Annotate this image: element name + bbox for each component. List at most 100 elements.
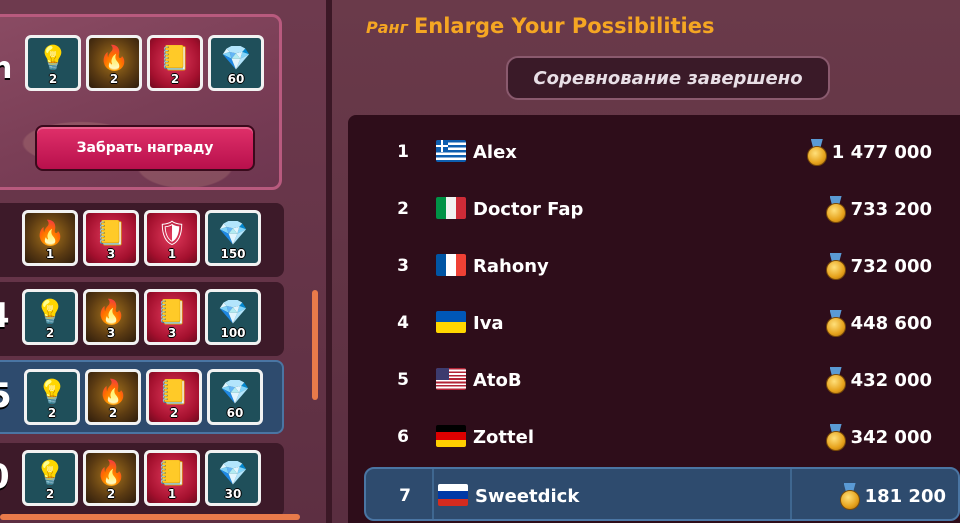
rank-position: 4	[397, 313, 409, 333]
gold-nugget-icon: 🔥	[98, 378, 128, 406]
reward-count: 3	[167, 326, 177, 340]
france-flag-icon	[436, 254, 466, 276]
medal-icon	[825, 253, 847, 280]
tier-rank-number: 5	[0, 376, 12, 416]
reward-tier[interactable]: 🔥 1 📒 3 🛡 1 💎 150	[0, 203, 284, 277]
reward-item[interactable]: 📒 3	[83, 210, 139, 266]
player-name[interactable]: Iva	[473, 296, 504, 350]
italy-flag-icon	[436, 197, 466, 219]
leaderboard-row[interactable]: 5 AtoB 432 000	[348, 353, 960, 407]
score-value: 448 600	[850, 312, 932, 334]
reward-tier[interactable]: 5💡2🔥2📒2💎60	[0, 360, 284, 434]
reward-item[interactable]: 💎 60	[208, 35, 264, 91]
leaderboard-row[interactable]: 1 Alex 1 477 000	[348, 125, 960, 179]
reward-count: 2	[45, 326, 55, 340]
current-reward-card: n 💡 2 🔥 2 📒 2 💎 60 Забрать награду	[0, 14, 282, 190]
player-score: 1 477 000	[806, 125, 932, 179]
usa-flag-icon	[436, 368, 466, 390]
medal-icon	[825, 424, 847, 451]
reward-item[interactable]: 📒 2	[147, 35, 203, 91]
reward-item[interactable]: 🔥 2	[85, 369, 141, 425]
leaderboard-panel: Ранг Enlarge Your Possibilities Соревнов…	[332, 0, 960, 523]
medal-icon	[825, 196, 847, 223]
reward-items: 💡 2 🔥 3 📒 3 💎 100	[22, 289, 261, 345]
player-score: 733 200	[825, 182, 932, 236]
lightbulb-icon: 💡	[37, 378, 67, 406]
reward-item[interactable]: 💎 100	[205, 289, 261, 345]
score-value: 733 200	[850, 198, 932, 220]
reward-item[interactable]: 🛡 1	[144, 210, 200, 266]
gem-icon: 💎	[218, 298, 248, 326]
gold-pile-icon: 🔥	[35, 219, 65, 247]
germany-flag-icon	[436, 425, 466, 447]
horizontal-scrollbar[interactable]	[0, 514, 300, 520]
reward-count: 100	[220, 326, 246, 340]
player-name[interactable]: Doctor Fap	[473, 182, 583, 236]
russia-flag-icon	[438, 484, 468, 506]
leaderboard-row[interactable]: 6 Zottel 342 000	[348, 410, 960, 464]
reward-count: 1	[167, 247, 177, 261]
rank-position: 5	[397, 370, 409, 390]
player-score: 448 600	[825, 296, 932, 350]
gem-book-icon: 📒	[157, 459, 187, 487]
reward-item[interactable]: 💡 2	[24, 369, 80, 425]
reward-item[interactable]: 💡 2	[22, 450, 78, 506]
reward-item[interactable]: 🔥 1	[22, 210, 78, 266]
player-score: 432 000	[825, 353, 932, 407]
reward-item[interactable]: 💡 2	[22, 289, 78, 345]
reward-count: 2	[45, 487, 55, 501]
reward-count: 2	[169, 406, 179, 420]
reward-tier[interactable]: 0💡2🔥2📒1💎30	[0, 443, 284, 517]
leaderboard-row[interactable]: 3 Rahony 732 000	[348, 239, 960, 293]
player-name[interactable]: AtoB	[473, 353, 522, 407]
score-value: 732 000	[850, 255, 932, 277]
rank-position: 7	[399, 486, 411, 506]
rank-position: 2	[397, 199, 409, 219]
player-name[interactable]: Zottel	[473, 410, 534, 464]
leaderboard: 1 Alex 1 477 000 2 Doctor Fap 733 200 3 Rahony 7…	[348, 115, 960, 523]
reward-item[interactable]: 📒 1	[144, 450, 200, 506]
reward-item[interactable]: 💡 2	[25, 35, 81, 91]
tier-rank-number: n	[0, 51, 13, 86]
leaderboard-row[interactable]: 2 Doctor Fap 733 200	[348, 182, 960, 236]
scrollbar-thumb[interactable]	[312, 290, 318, 400]
reward-item[interactable]: 💎 150	[205, 210, 261, 266]
reward-item[interactable]: 🔥 2	[86, 35, 142, 91]
medal-icon	[825, 367, 847, 394]
player-name[interactable]: Alex	[473, 125, 517, 179]
reward-tier[interactable]: 4💡2🔥3📒3💎100	[0, 282, 284, 356]
medal-icon	[825, 310, 847, 337]
rank-position: 6	[397, 427, 409, 447]
gem-icon: 💎	[220, 378, 250, 406]
reward-count: 30	[224, 487, 242, 501]
reward-count: 3	[106, 326, 116, 340]
tier-rank-number: 4	[0, 296, 10, 336]
leaderboard-row-self[interactable]: 7 Sweetdick 181 200	[364, 467, 960, 521]
gem-icon: 💎	[218, 219, 248, 247]
green-lightbulb-icon: 💡	[35, 459, 65, 487]
medal-icon	[806, 139, 828, 166]
claim-reward-button[interactable]: Забрать награду	[35, 125, 255, 171]
player-score: 181 200	[839, 469, 946, 523]
reward-item[interactable]: 🔥 2	[83, 450, 139, 506]
score-value: 1 477 000	[831, 141, 932, 163]
competition-status: Соревнование завершено	[506, 56, 830, 100]
tier-rank-number: 0	[0, 457, 10, 497]
reward-count: 150	[220, 247, 246, 261]
reward-count: 1	[45, 247, 55, 261]
reward-items: 💡 2 🔥 2 📒 2 💎 60	[25, 35, 264, 91]
reward-count: 2	[109, 72, 119, 86]
rank-position: 3	[397, 256, 409, 276]
reward-item[interactable]: 💎 30	[205, 450, 261, 506]
gem-book-icon: 📒	[160, 44, 190, 72]
reward-count: 3	[106, 247, 116, 261]
reward-item[interactable]: 📒 3	[144, 289, 200, 345]
reward-item[interactable]: 💎 60	[207, 369, 263, 425]
player-score: 732 000	[825, 239, 932, 293]
reward-item[interactable]: 🔥 3	[83, 289, 139, 345]
reward-count: 2	[47, 406, 57, 420]
reward-item[interactable]: 📒 2	[146, 369, 202, 425]
leaderboard-row[interactable]: 4 Iva 448 600	[348, 296, 960, 350]
player-name[interactable]: Rahony	[473, 239, 549, 293]
player-name[interactable]: Sweetdick	[475, 469, 579, 523]
